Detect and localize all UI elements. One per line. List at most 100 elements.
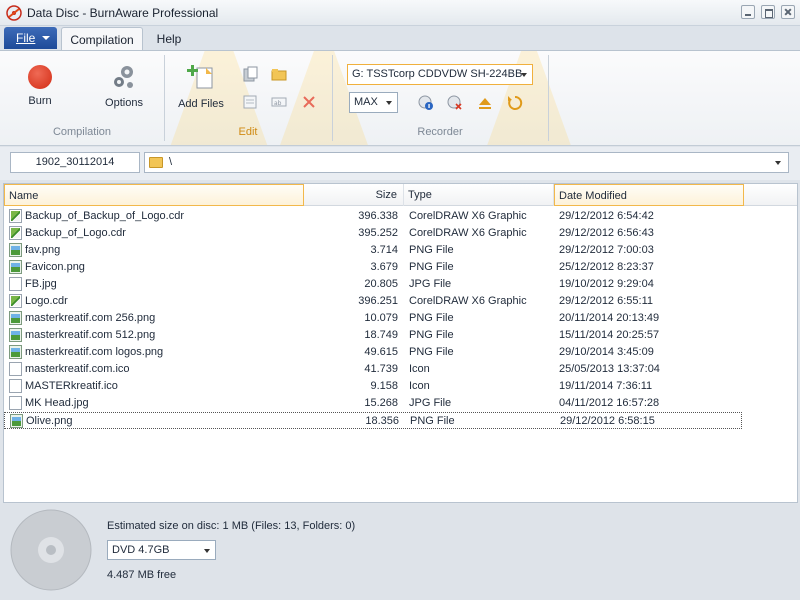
table-row[interactable]: fav.png 3.714 PNG File 29/12/2012 7:00:03 xyxy=(4,242,797,259)
path-input[interactable]: \ xyxy=(144,152,789,173)
minimize-button[interactable] xyxy=(741,5,755,19)
file-name: Olive.png xyxy=(26,415,73,427)
estimated-size-text: Estimated size on disc: 1 MB (Files: 13,… xyxy=(107,520,356,532)
file-name: MK Head.jpg xyxy=(25,397,89,409)
chevron-down-icon xyxy=(42,36,50,40)
drive-select-value: G: TSSTcorp CDDVDW SH-224BB xyxy=(352,68,523,80)
table-row[interactable]: Logo.cdr 396.251 CorelDRAW X6 Graphic 29/12… xyxy=(4,293,797,310)
app-disc-icon xyxy=(6,5,22,21)
paste-icon[interactable] xyxy=(242,66,258,82)
table-row[interactable]: Backup_of_Logo.cdr 395.252 CorelDRAW X6 Gr… xyxy=(4,225,797,242)
file-type: PNG File xyxy=(410,415,455,427)
table-row[interactable]: Favicon.png 3.679 PNG File 25/12/2012 8:23:… xyxy=(4,259,797,276)
close-button[interactable] xyxy=(781,5,795,19)
file-date: 25/05/2013 13:37:04 xyxy=(559,363,660,375)
file-name: masterkreatif.com.ico xyxy=(25,363,130,375)
file-type: CorelDRAW X6 Graphic xyxy=(409,227,527,239)
file-date: 20/11/2014 20:13:49 xyxy=(559,312,660,324)
group-separator xyxy=(164,55,165,141)
coreldraw-file-icon xyxy=(9,294,22,308)
options-label: Options xyxy=(105,97,143,109)
properties-icon[interactable] xyxy=(242,94,258,110)
table-row[interactable]: masterkreatif.com.ico 41.739 Icon 25/05/201… xyxy=(4,361,797,378)
path-bar: 1902_30112014 \ xyxy=(0,147,800,180)
file-type: PNG File xyxy=(409,312,454,324)
file-icon xyxy=(9,379,22,393)
disc-type-value: DVD 4.7GB xyxy=(112,544,170,556)
volume-label-input[interactable]: 1902_30112014 xyxy=(10,152,140,173)
file-menu-button[interactable]: File xyxy=(4,27,57,49)
ribbon-panel: Burn Options Compilation Add Files ab Ed… xyxy=(0,50,800,146)
file-date: 29/12/2012 6:56:43 xyxy=(559,227,654,239)
file-type: PNG File xyxy=(409,329,454,341)
image-file-icon xyxy=(9,243,22,257)
svg-text:ab: ab xyxy=(274,100,282,107)
column-header-type[interactable]: Type xyxy=(404,184,554,206)
column-header-date[interactable]: Date Modified xyxy=(554,184,744,206)
file-size: 9.158 xyxy=(370,380,398,392)
tab-help[interactable]: Help xyxy=(146,27,192,50)
table-row[interactable]: Olive.png 18.356 PNG File 29/12/2012 6:58:1… xyxy=(4,412,742,429)
eject-icon[interactable] xyxy=(477,95,493,111)
delete-icon[interactable] xyxy=(301,94,317,110)
column-header-name[interactable]: Name xyxy=(4,184,304,206)
file-date: 29/12/2012 7:00:03 xyxy=(559,244,654,256)
tab-compilation[interactable]: Compilation xyxy=(61,27,143,50)
file-icon xyxy=(9,362,22,376)
file-size: 10.079 xyxy=(364,312,398,324)
table-row[interactable]: MASTERkreatif.ico 9.158 Icon 19/11/2014 7:3… xyxy=(4,378,797,395)
burn-button[interactable]: Burn xyxy=(12,65,68,107)
file-menu-label: File xyxy=(16,31,36,45)
file-date: 29/12/2012 6:58:15 xyxy=(560,415,655,427)
table-row[interactable]: FB.jpg 20.805 JPG File 19/10/2012 9:29:04 xyxy=(4,276,797,293)
column-header-size[interactable]: Size xyxy=(304,184,404,206)
file-name: Logo.cdr xyxy=(25,295,68,307)
file-name: masterkreatif.com logos.png xyxy=(25,346,164,358)
rename-icon[interactable]: ab xyxy=(271,94,287,110)
new-folder-icon[interactable] xyxy=(271,66,287,82)
file-name: masterkreatif.com 512.png xyxy=(25,329,156,341)
drive-select[interactable]: G: TSSTcorp CDDVDW SH-224BB xyxy=(347,64,533,85)
file-size: 18.356 xyxy=(365,415,399,427)
file-name: Backup_of_Backup_of_Logo.cdr xyxy=(25,210,185,222)
file-size: 20.805 xyxy=(364,278,398,290)
burn-label: Burn xyxy=(28,95,52,107)
window-title: Data Disc - BurnAware Professional xyxy=(27,6,219,20)
file-name: Favicon.png xyxy=(25,261,85,273)
erase-disc-icon[interactable] xyxy=(447,95,463,111)
free-space-text: 4.487 MB free xyxy=(107,569,177,581)
group-label-edit: Edit xyxy=(238,126,258,138)
speed-select[interactable]: MAX xyxy=(349,92,398,113)
file-size: 395.252 xyxy=(358,227,398,239)
table-row[interactable]: masterkreatif.com 256.png 10.079 PNG File 2… xyxy=(4,310,797,327)
disc-type-select[interactable]: DVD 4.7GB xyxy=(107,540,216,560)
file-size: 396.338 xyxy=(358,210,398,222)
group-separator xyxy=(332,55,333,141)
ribbon-tab-bar: File Compilation Help xyxy=(0,26,800,50)
file-size: 41.739 xyxy=(364,363,398,375)
table-row[interactable]: Backup_of_Backup_of_Logo.cdr 396.338 Corel… xyxy=(4,208,797,225)
file-date: 25/12/2012 8:23:37 xyxy=(559,261,654,273)
file-size: 396.251 xyxy=(358,295,398,307)
file-icon xyxy=(9,277,22,291)
group-label-recorder: Recorder xyxy=(417,126,463,138)
chevron-down-icon[interactable] xyxy=(775,161,781,165)
close-tray-icon[interactable] xyxy=(507,95,523,111)
file-date: 29/12/2012 6:55:11 xyxy=(559,295,653,307)
disc-info-icon[interactable] xyxy=(418,95,434,111)
group-separator xyxy=(548,55,549,141)
table-row[interactable]: masterkreatif.com 512.png 18.749 PNG File 1… xyxy=(4,327,797,344)
chevron-down-icon xyxy=(521,73,527,77)
maximize-button[interactable] xyxy=(761,5,775,19)
file-size: 49.615 xyxy=(364,346,398,358)
chevron-down-icon xyxy=(386,101,392,105)
file-list[interactable]: Name Size Type Date Modified Backup_of_B… xyxy=(3,183,798,503)
table-row[interactable]: MK Head.jpg 15.268 JPG File 04/11/2012 16:5… xyxy=(4,395,797,412)
coreldraw-file-icon xyxy=(9,226,22,240)
table-row[interactable]: masterkreatif.com logos.png 49.615 PNG Fil… xyxy=(4,344,797,361)
options-button[interactable]: Options xyxy=(96,63,152,109)
add-files-button[interactable]: Add Files xyxy=(172,62,230,110)
add-files-label: Add Files xyxy=(178,98,224,110)
file-size: 15.268 xyxy=(364,397,398,409)
file-type: PNG File xyxy=(409,261,454,273)
